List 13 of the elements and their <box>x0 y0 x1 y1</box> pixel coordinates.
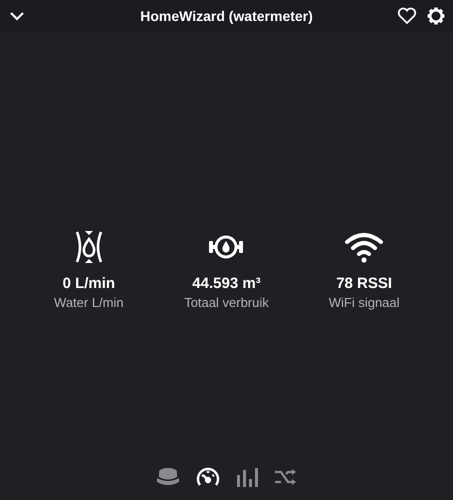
wifi-icon <box>344 230 384 262</box>
sensor-label: Totaal verbruik <box>184 294 269 310</box>
sensor-value: 44.593 m³ <box>192 274 261 292</box>
sensor-value: 0 L/min <box>62 274 116 292</box>
shuffle-icon <box>274 467 298 487</box>
water-meter-icon <box>208 232 244 260</box>
push-button-icon <box>156 467 180 487</box>
sensor-label: WiFi signaal <box>328 294 400 310</box>
sensor-value: 78 RSSI <box>336 274 392 292</box>
sensor-label: Water L/min <box>54 294 124 310</box>
window-title: HomeWizard (watermeter) <box>139 8 314 24</box>
speedometer-icon <box>196 466 220 488</box>
bar-chart-icon <box>236 467 258 487</box>
